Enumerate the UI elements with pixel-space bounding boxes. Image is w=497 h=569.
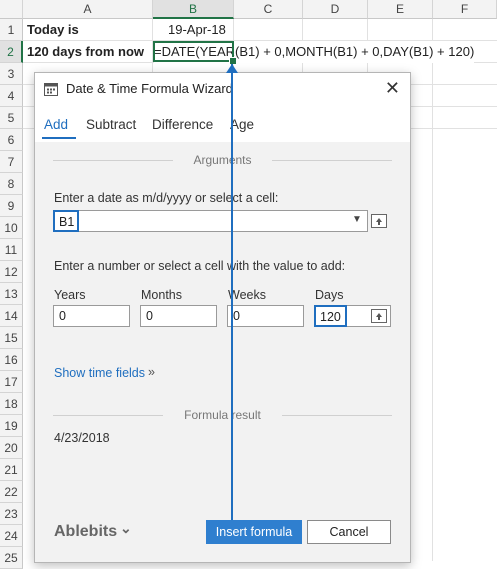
arguments-section-header: Arguments xyxy=(53,153,392,167)
close-icon[interactable]: ✕ xyxy=(385,78,400,99)
weeks-label: Weeks xyxy=(228,288,266,302)
row-header[interactable]: 16 xyxy=(0,349,23,371)
row-header[interactable]: 17 xyxy=(0,371,23,393)
calendar-icon xyxy=(44,83,58,96)
tab-add[interactable]: Add xyxy=(44,117,68,132)
insert-formula-button[interactable]: Insert formula xyxy=(206,520,302,544)
cell-a2[interactable]: 120 days from now xyxy=(27,41,144,63)
row-header[interactable]: 2 xyxy=(0,41,23,63)
arguments-header: Arguments xyxy=(193,153,252,167)
row-header[interactable]: 12 xyxy=(0,261,23,283)
row-header[interactable]: 20 xyxy=(0,437,23,459)
row-header[interactable]: 24 xyxy=(0,525,23,547)
callout-arrow-head xyxy=(226,64,238,73)
days-label: Days xyxy=(315,288,344,302)
column-header-b[interactable]: B xyxy=(153,0,234,19)
tab-difference[interactable]: Difference xyxy=(152,117,213,132)
row-header[interactable]: 14 xyxy=(0,305,23,327)
years-input[interactable]: 0 xyxy=(53,305,130,327)
tab-bar: Add Subtract Difference Age xyxy=(35,113,410,141)
months-input[interactable]: 0 xyxy=(140,305,217,327)
date-combo[interactable] xyxy=(79,210,368,232)
date-time-formula-wizard: Date & Time Formula Wizard ✕ Add Subtrac… xyxy=(34,72,411,563)
column-header-c[interactable]: C xyxy=(234,0,303,19)
cancel-button[interactable]: Cancel xyxy=(307,520,391,544)
dialog-titlebar[interactable]: Date & Time Formula Wizard ✕ xyxy=(35,73,410,105)
row-header[interactable]: 19 xyxy=(0,415,23,437)
row-header[interactable]: 25 xyxy=(0,547,23,569)
active-cell-b2[interactable] xyxy=(153,41,234,62)
show-time-fields-link[interactable]: Show time fields xyxy=(54,366,145,380)
row-header[interactable]: 23 xyxy=(0,503,23,525)
row-header[interactable]: 22 xyxy=(0,481,23,503)
number-label: Enter a number or select a cell with the… xyxy=(54,259,346,273)
row-header[interactable]: 9 xyxy=(0,195,23,217)
years-label: Years xyxy=(54,288,86,302)
row-header[interactable]: 5 xyxy=(0,107,23,129)
tab-subtract[interactable]: Subtract xyxy=(86,117,136,132)
tab-age[interactable]: Age xyxy=(230,117,254,132)
column-header-d[interactable]: D xyxy=(303,0,368,19)
select-all-corner[interactable] xyxy=(0,0,23,19)
dialog-panel: Arguments Enter a date as m/d/yyyy or se… xyxy=(35,142,410,562)
cell-b1[interactable]: 19-Apr-18 xyxy=(168,19,226,41)
weeks-input[interactable]: 0 xyxy=(227,305,304,327)
cell-a1[interactable]: Today is xyxy=(27,19,79,41)
months-label: Months xyxy=(141,288,182,302)
row-header[interactable]: 13 xyxy=(0,283,23,305)
column-header-f[interactable]: F xyxy=(433,0,497,19)
chevron-down-icon[interactable]: ⌄ xyxy=(120,520,132,537)
formula-result-header: Formula result xyxy=(184,408,261,422)
gridline xyxy=(432,19,433,561)
column-header-a[interactable]: A xyxy=(23,0,153,19)
date-label: Enter a date as m/d/yyyy or select a cel… xyxy=(54,191,279,205)
row-header[interactable]: 18 xyxy=(0,393,23,415)
row-header[interactable]: 8 xyxy=(0,173,23,195)
ablebits-logo[interactable]: Ablebits xyxy=(54,523,117,541)
active-tab-indicator xyxy=(42,137,76,139)
double-chevron-right-icon[interactable]: » xyxy=(148,365,155,379)
row-header[interactable]: 15 xyxy=(0,327,23,349)
formula-result-value: 4/23/2018 xyxy=(54,431,110,445)
column-header-e[interactable]: E xyxy=(368,0,433,19)
row-header[interactable]: 6 xyxy=(0,129,23,151)
row-header[interactable]: 10 xyxy=(0,217,23,239)
row-header[interactable]: 4 xyxy=(0,85,23,107)
formula-result-section-header: Formula result xyxy=(53,408,392,422)
days-input[interactable]: 120 xyxy=(314,305,347,327)
select-cell-icon[interactable] xyxy=(371,309,387,323)
date-input[interactable]: B1 xyxy=(53,210,79,232)
callout-arrow-line xyxy=(231,64,233,520)
row-header[interactable]: 7 xyxy=(0,151,23,173)
row-header[interactable]: 1 xyxy=(0,19,23,41)
dialog-title: Date & Time Formula Wizard xyxy=(66,81,233,96)
chevron-down-icon[interactable]: ▼ xyxy=(352,214,362,225)
select-cell-icon[interactable] xyxy=(371,214,387,228)
row-header[interactable]: 21 xyxy=(0,459,23,481)
row-header[interactable]: 3 xyxy=(0,63,23,85)
row-header[interactable]: 11 xyxy=(0,239,23,261)
